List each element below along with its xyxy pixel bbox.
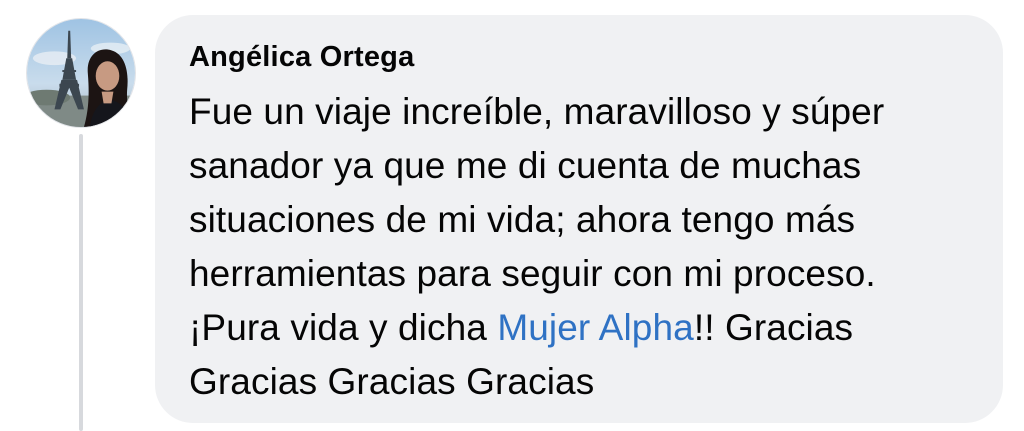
avatar[interactable]: [26, 18, 136, 128]
reply-thread-line: [79, 134, 83, 431]
comment-text-segment: !! Gracias: [693, 307, 854, 348]
mention-link-mujer-alpha[interactable]: Mujer Alpha: [497, 307, 694, 348]
comment-line: Fue un viaje increíble, maravilloso y sú…: [189, 91, 885, 132]
comment-line: sanador ya que me di cuenta de muchas: [189, 145, 862, 186]
comment-thread: Angélica Ortega Fue un viaje increíble, …: [0, 0, 1024, 431]
comment-line: herramientas para seguir con mi proceso.: [189, 253, 876, 294]
comment-line: Gracias Gracias Gracias: [189, 361, 595, 402]
profile-photo-icon: [27, 19, 135, 127]
comment-text-segment: ¡Pura vida y dicha: [189, 307, 498, 348]
comment-line: ¡Pura vida y dicha Mujer Alpha!! Gracias: [189, 301, 969, 355]
comment-bubble: Angélica Ortega Fue un viaje increíble, …: [155, 15, 1003, 423]
comment-body: Fue un viaje increíble, maravilloso y sú…: [189, 85, 969, 409]
comment-line: situaciones de mi vida; ahora tengo más: [189, 199, 856, 240]
comment-author-name[interactable]: Angélica Ortega: [189, 39, 414, 75]
